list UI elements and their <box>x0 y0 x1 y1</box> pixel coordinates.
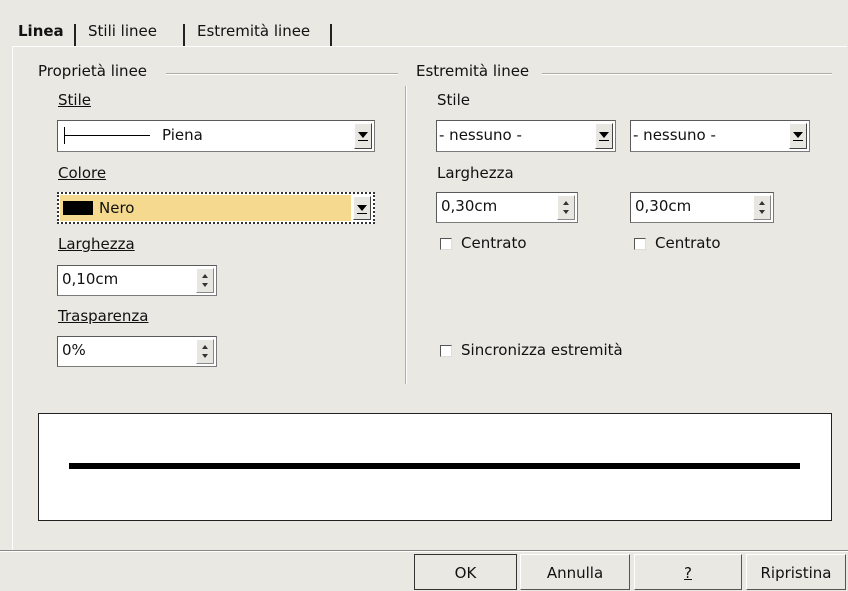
tab-linea[interactable]: Linea <box>10 16 72 46</box>
line-width-field[interactable]: 0,10cm <box>57 265 217 296</box>
group-separator <box>405 86 407 384</box>
start-centered-label[interactable]: Centrato <box>461 234 527 252</box>
spin-arrows-icon[interactable] <box>753 195 771 220</box>
preview-line <box>69 463 800 469</box>
start-style-value: - nessuno - <box>439 126 522 144</box>
end-centered-label[interactable]: Centrato <box>655 234 721 252</box>
group-line <box>166 73 398 75</box>
transparency-value: 0% <box>62 341 86 359</box>
help-button-label: ? <box>684 564 692 582</box>
reset-button[interactable]: Ripristina <box>746 554 846 590</box>
footer-separator <box>0 550 848 552</box>
style-label-text: Stile <box>58 91 91 109</box>
group-line <box>542 73 832 75</box>
transparency-field[interactable]: 0% <box>57 336 217 367</box>
width-label-text: Larghezza <box>58 235 135 253</box>
line-color-value: Nero <box>99 199 135 217</box>
line-style-value: Piena <box>162 126 203 144</box>
end-width-label: Larghezza <box>437 164 514 182</box>
chevron-down-icon[interactable] <box>595 123 613 149</box>
line-properties-heading: Proprietà linee <box>38 62 148 80</box>
spin-arrows-icon[interactable] <box>196 268 214 293</box>
line-color-select[interactable]: Nero <box>57 192 375 224</box>
spin-arrows-icon[interactable] <box>557 195 575 220</box>
color-label-text: Colore <box>58 164 107 182</box>
tab-separator <box>74 24 76 46</box>
help-button[interactable]: ? <box>634 554 742 590</box>
line-style-select[interactable]: Piena <box>57 120 375 152</box>
sync-ends-label[interactable]: Sincronizza estremità <box>461 341 623 359</box>
color-swatch-icon <box>63 201 93 215</box>
chevron-down-icon[interactable] <box>354 123 372 149</box>
chevron-down-icon[interactable] <box>789 123 807 149</box>
line-style-tick <box>64 127 65 144</box>
tab-separator <box>183 24 185 46</box>
end-width-value: 0,30cm <box>635 197 692 215</box>
line-style-sample <box>64 135 150 136</box>
line-width-value: 0,10cm <box>62 270 119 288</box>
start-style-select[interactable]: - nessuno - <box>436 120 616 152</box>
tab-estremita-linee[interactable]: Estremità linee <box>189 16 318 46</box>
end-width-field[interactable]: 0,30cm <box>630 192 774 223</box>
transparency-label-text: Trasparenza <box>58 307 149 325</box>
width-label: Larghezza <box>58 235 135 253</box>
end-style-value: - nessuno - <box>633 126 716 144</box>
spin-arrows-icon[interactable] <box>196 339 214 364</box>
cancel-button[interactable]: Annulla <box>520 554 630 590</box>
end-style-label-text: Stile <box>437 91 470 109</box>
tab-stili-linee[interactable]: Stili linee <box>80 16 165 46</box>
start-centered-checkbox[interactable] <box>440 238 452 250</box>
color-label: Colore <box>58 164 106 182</box>
end-style-select[interactable]: - nessuno - <box>630 120 810 152</box>
chevron-down-icon[interactable] <box>353 196 371 220</box>
start-width-value: 0,30cm <box>441 197 498 215</box>
line-preview <box>38 413 832 521</box>
end-style-label: Stile <box>437 91 470 109</box>
ok-button[interactable]: OK <box>414 554 517 590</box>
sync-ends-checkbox[interactable] <box>440 345 452 357</box>
tab-separator <box>330 24 332 46</box>
start-width-field[interactable]: 0,30cm <box>436 192 578 223</box>
end-centered-checkbox[interactable] <box>634 238 646 250</box>
style-label: Stile <box>58 91 91 109</box>
end-width-label-text: Larghezza <box>437 164 514 182</box>
transparency-label: Trasparenza <box>58 307 148 325</box>
line-ends-heading: Estremità linee <box>416 62 530 80</box>
